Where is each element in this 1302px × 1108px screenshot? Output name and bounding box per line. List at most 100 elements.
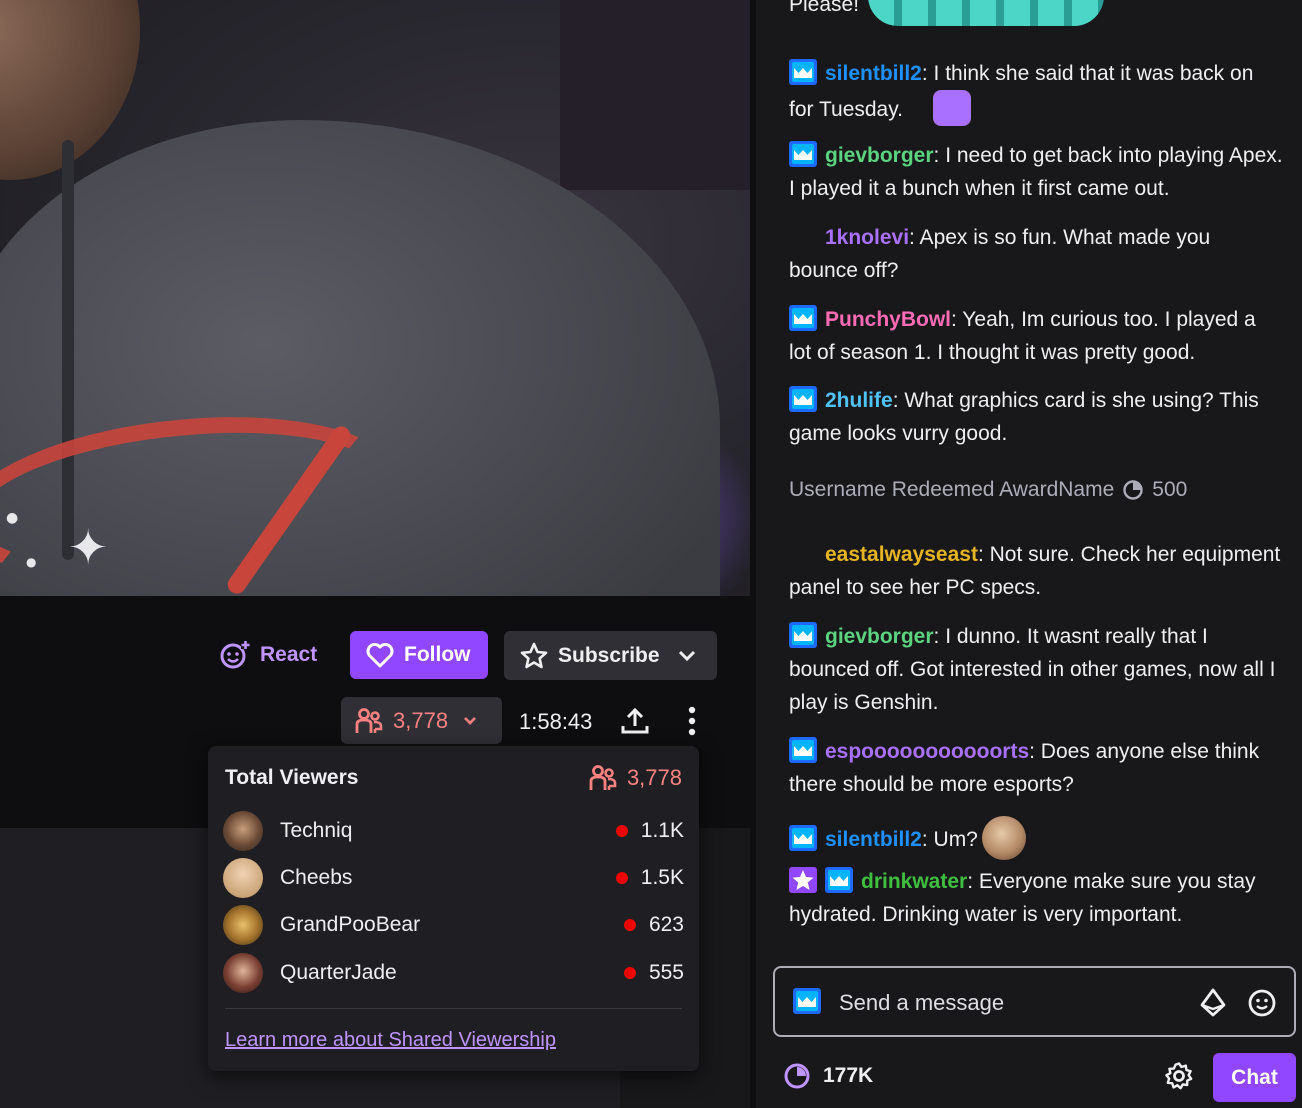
video-player[interactable]: ✦ ● ●: [0, 0, 750, 596]
popover-divider: [225, 1008, 682, 1009]
channel-viewer-count: 1.5K: [640, 866, 684, 889]
viewers-popover: Total Viewers 3,778 Techniq 1.1K Cheebs …: [208, 746, 699, 1071]
channel-points-value: 177K: [823, 1064, 874, 1087]
channel-points-balance[interactable]: 177K: [783, 1062, 873, 1090]
share-icon[interactable]: [620, 706, 650, 736]
avatar: [223, 953, 263, 993]
chat-message: 2hulife: What graphics card is she using…: [789, 384, 1283, 450]
channel-viewer-count: 1.1K: [640, 819, 684, 842]
popover-title: Total Viewers: [225, 766, 359, 789]
chat-message-text: Please!: [789, 0, 860, 16]
subscriber-badge-icon[interactable]: [825, 867, 853, 893]
avatar: [223, 811, 263, 851]
subscriber-badge-icon[interactable]: [789, 737, 817, 763]
viewers-icon: [355, 707, 383, 733]
chevron-down-icon: [464, 716, 476, 725]
chat-username[interactable]: PunchyBowl: [825, 308, 951, 331]
viewer-count: 3,778: [393, 707, 449, 733]
subscriber-badge-icon[interactable]: [789, 386, 817, 412]
more-options-icon[interactable]: [683, 705, 701, 737]
subscriber-badge-icon[interactable]: [789, 825, 817, 851]
viewer-channel-row[interactable]: Cheebs 1.5K: [223, 857, 684, 899]
chat-message-text: : Everyone make sure you stay hydrated. …: [789, 870, 1256, 926]
subscriber-badge-icon[interactable]: [789, 305, 817, 331]
badge-placeholder: [789, 540, 817, 566]
channel-name: Techniq: [280, 819, 353, 842]
redemption-text: Username Redeemed AwardName: [789, 478, 1115, 501]
popover-total: 3,778: [589, 764, 682, 792]
video-shirt-dot: ●: [6, 510, 19, 526]
channel-name: Cheebs: [280, 866, 353, 889]
follow-button[interactable]: Follow: [350, 631, 488, 679]
chat-message: gievborger: I need to get back into play…: [789, 139, 1283, 205]
heart-icon: [366, 643, 394, 668]
channel-viewers: 623: [623, 913, 684, 937]
smile-emote-icon: [933, 90, 972, 126]
stream-uptime: 1:58:43: [519, 709, 593, 734]
chat-message: 1knolevi: Apex is so fun. What made you …: [789, 221, 1283, 287]
channel-viewers: 555: [623, 961, 684, 985]
live-indicator-icon: [623, 919, 636, 931]
chat-username[interactable]: 1knolevi: [825, 226, 909, 249]
chat-message: silentbill2: Um?: [789, 816, 1283, 860]
video-shirt-star: ✦: [68, 520, 109, 576]
subscribe-label: Subscribe: [558, 643, 660, 667]
chat-username[interactable]: 2hulife: [825, 389, 893, 412]
chat-send-button[interactable]: Chat: [1213, 1053, 1296, 1102]
chat-input-box[interactable]: [773, 966, 1296, 1037]
video-shirt-dot: ●: [26, 555, 37, 569]
octopus-emote-icon: [868, 0, 1104, 26]
prime-badge-icon[interactable]: [789, 867, 817, 893]
chat-username[interactable]: drinkwater: [861, 870, 967, 893]
chat-message-input[interactable]: [839, 986, 1169, 1020]
badge-placeholder: [789, 223, 817, 249]
channel-name: GrandPooBear: [280, 913, 421, 936]
chevron-down-icon[interactable]: [676, 645, 698, 667]
subscriber-badge-icon[interactable]: [789, 59, 817, 85]
chat-message: silentbill2: I think she said that it wa…: [789, 57, 1283, 126]
emote-picker-icon[interactable]: [1247, 988, 1277, 1018]
gear-icon[interactable]: [1164, 1061, 1194, 1091]
subscriber-badge-icon: [793, 988, 821, 1014]
reward-redemption: Username Redeemed AwardName 500: [789, 478, 1187, 502]
video-background: [560, 0, 750, 190]
channel-points-icon: [1123, 480, 1143, 500]
chat-message: PunchyBowl: Yeah, Im curious too. I play…: [789, 303, 1283, 369]
chat-username[interactable]: silentbill2: [825, 828, 922, 851]
chat-message: gievborger: I dunno. It wasnt really tha…: [789, 620, 1283, 719]
viewer-channel-row[interactable]: QuarterJade 555: [223, 952, 684, 994]
chat-message: espooooooooooorts: Does anyone else thin…: [789, 735, 1283, 801]
react-icon: [220, 640, 250, 669]
subscriber-badge-icon[interactable]: [789, 141, 817, 167]
viewers-icon: [589, 765, 617, 790]
star-icon: [520, 642, 548, 668]
subscribe-button[interactable]: Subscribe: [504, 631, 717, 680]
chat-username[interactable]: gievborger: [825, 625, 934, 648]
react-label: React: [260, 643, 318, 666]
chat-message: eastalwayseast: Not sure. Check her equi…: [789, 538, 1283, 604]
chat-username[interactable]: eastalwayseast: [825, 543, 978, 566]
live-indicator-icon: [615, 872, 628, 884]
viewer-channel-row[interactable]: Techniq 1.1K: [223, 810, 684, 852]
viewer-count-button[interactable]: 3,778: [341, 697, 502, 744]
learn-more-link[interactable]: Learn more about Shared Viewership: [225, 1029, 556, 1052]
avatar: [223, 858, 263, 898]
chat-message-text: : Um?: [921, 828, 978, 851]
live-indicator-icon: [615, 825, 628, 837]
subscriber-badge-icon[interactable]: [789, 622, 817, 648]
chat-username[interactable]: espooooooooooorts: [825, 740, 1029, 763]
avatar: [223, 905, 263, 945]
chat-panel: Please! silentbill2: I think she said th…: [756, 0, 1302, 1108]
react-button[interactable]: React: [218, 631, 317, 679]
bits-icon[interactable]: [1199, 988, 1227, 1018]
live-indicator-icon: [623, 967, 636, 979]
channel-viewers: 1.1K: [615, 819, 684, 843]
chat-username[interactable]: gievborger: [825, 144, 934, 167]
channel-viewer-count: 623: [648, 913, 684, 936]
face-emote-icon: [981, 816, 1026, 860]
viewer-channel-row[interactable]: GrandPooBear 623: [223, 904, 684, 946]
follow-label: Follow: [404, 643, 471, 666]
chat-username[interactable]: silentbill2: [825, 62, 922, 85]
chat-message: drinkwater: Everyone make sure you stay …: [789, 865, 1283, 931]
channel-viewer-count: 555: [648, 961, 684, 984]
